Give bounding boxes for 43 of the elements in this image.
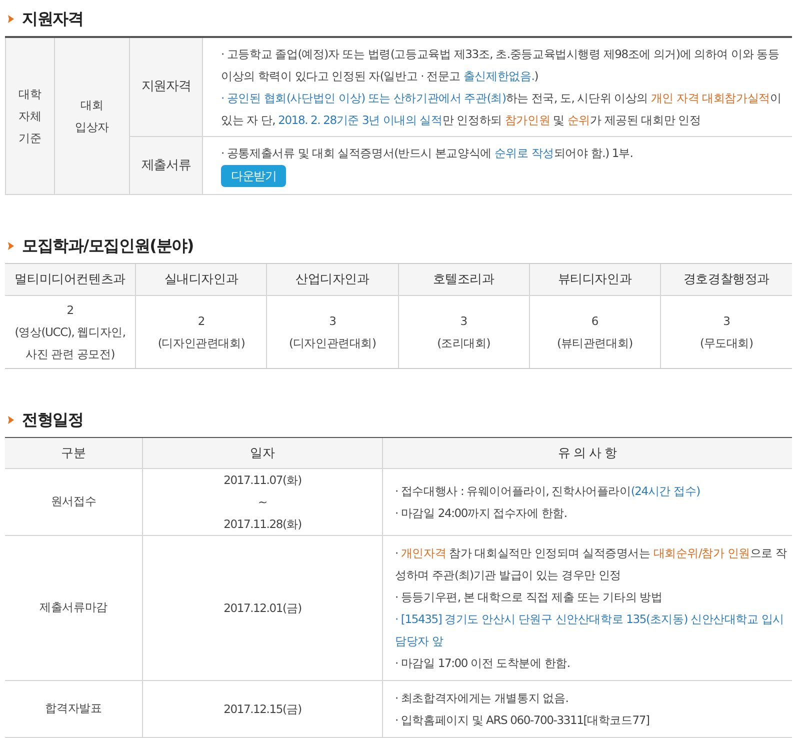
date-text: 2017.12.01(금) (224, 600, 302, 617)
row-label: 제출서류 (141, 156, 191, 175)
section-title: 전형일정 (22, 409, 84, 431)
bullet-text: · [15435] 경기도 안산시 단원구 신안산대학로 135(초지동) 신안산대학교 입시담당자 앞 (395, 611, 785, 650)
column-header: 호텔조리과 (432, 270, 494, 288)
bullet-text: · 접수대행사 : 유웨이어플라이, 진학사어플라이(24시간 접수) (395, 483, 701, 500)
table-cell-text: 2 (디자인관련대회) (158, 313, 245, 352)
bullet-text: · 공인된 협회(사단법인 이상) 또는 산하기관에서 주관(최)하는 전국, 도, 시단위 이상의 개인 자격 대회참가실적 이 있는 자 단, 2018. 2. 28기준 3년 이내의 실적 만 인정하되 참가인원 및 순위가 제공된 대회만 인정 (221, 90, 782, 129)
section-title: 모집학과/모집인원(분야) (22, 235, 194, 257)
column-header: 경호경찰행정과 (683, 270, 770, 288)
table-cell-text: 합격자발표 (45, 700, 102, 718)
column-header: 일자 (250, 444, 275, 462)
category-label: 대회 입상자 (75, 97, 109, 136)
bullet-text: · 공통제출서류 및 대회 실적증명서(반드시 본교양식에 순위로 작성 되어야 함.) 1부. (221, 145, 634, 162)
column-header: 유 의 사 항 (558, 444, 618, 462)
table-cell-text: 6 (뷰티관련대회) (557, 313, 632, 352)
column-header: 구분 (61, 444, 86, 462)
column-header: 멀티미디어컨텐츠과 (14, 270, 126, 288)
chevron-icon (8, 15, 14, 23)
bullet-text: · 마감일 24:00까지 접수자에 한함. (395, 505, 568, 522)
date-text: 2017.12.15(금) (224, 701, 302, 718)
bullet-text: · 등등기우편, 본 대학으로 직접 제출 또는 기타의 방법 (395, 589, 664, 606)
column-header: 산업디자인과 (295, 270, 370, 288)
download-button[interactable]: 다운받기 (221, 165, 286, 187)
table-cell-text: 제출서류마감 (40, 599, 108, 616)
chevron-icon (8, 416, 14, 424)
table-cell-text: 3 (조리대회) (437, 313, 490, 352)
date-text: 2017.11.07(화) ~ 2017.11.28(화) (224, 472, 302, 533)
table-cell-text: 3 (디자인관련대회) (289, 313, 376, 352)
bullet-text: · 최초합격자에게는 개별통지 없음. (395, 690, 570, 707)
table-cell-text: 2 (영상(UCC), 웹디자인, 사진 관련 공모전) (14, 302, 126, 363)
column-header: 실내디자인과 (164, 270, 238, 288)
table-cell-text: 원서접수 (50, 493, 96, 510)
column-header: 뷰티디자인과 (558, 270, 632, 288)
bullet-text: · 마감일 17:00 이전 도착분에 한함. (395, 655, 571, 672)
chevron-icon (8, 242, 14, 250)
bullet-text: · 입학홈페이지 및 ARS 060-700-3311[대학코드77] (395, 712, 650, 729)
section-title: 지원자격 (22, 8, 84, 30)
table-cell-text: 3 (무도대회) (700, 313, 753, 352)
bullet-text: · 개인자격 참가 대회실적만 인정되며 실적증명서는 대회순위/참가 인원으로 작성하며 주관(최)기관 발급이 있는 경우만 인정 (395, 545, 788, 584)
row-label: 지원자격 (141, 78, 191, 96)
category-label: 대학 자체 기준 (18, 86, 42, 147)
bullet-text: · 고등학교 졸업(예정)자 또는 법령(고등교육법 제33조, 초.중등교육법시행령 제98조에 의거)에 의하여 이와 동등 이상의 학력이 있다고 인정된 자(일반고 · 전문고 출신제한없음.) (221, 46, 780, 85)
